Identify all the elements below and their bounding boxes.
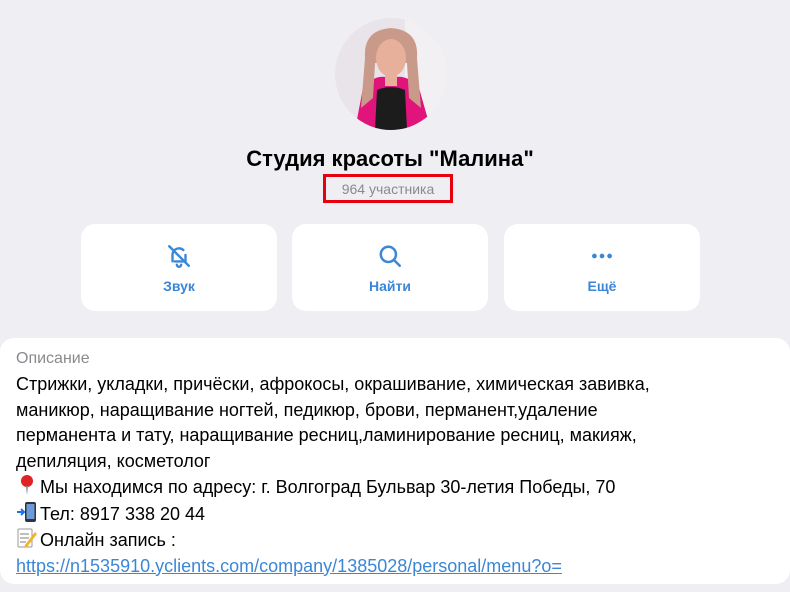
search-button[interactable]: Найти xyxy=(292,224,488,311)
phone-line: Тел: 8917 338 20 44 xyxy=(16,501,774,528)
member-count: 964 участника xyxy=(323,174,453,203)
address-line: Мы находимся по адресу: г. Волгоград Бул… xyxy=(16,474,774,501)
mute-button[interactable]: Звук xyxy=(81,224,277,311)
more-button-label: Ещё xyxy=(587,277,617,294)
more-horizontal-icon xyxy=(588,242,616,270)
description-line: перманента и тату, наращивание ресниц,ла… xyxy=(16,425,637,445)
search-icon xyxy=(376,242,404,270)
phone-incoming-icon xyxy=(16,501,38,522)
mute-button-label: Звук xyxy=(163,277,195,294)
booking-line: Онлайн запись : xyxy=(16,527,774,554)
description-text: Стрижки, укладки, причёски, афрокосы, ок… xyxy=(16,372,774,579)
description-heading: Описание xyxy=(16,350,90,367)
description-line: Стрижки, укладки, причёски, афрокосы, ок… xyxy=(16,374,650,394)
booking-link[interactable]: https://n1535910.yclients.com/company/13… xyxy=(16,556,562,576)
phone-text: Тел: 8917 338 20 44 xyxy=(40,503,206,524)
address-text: Мы находимся по адресу: г. Волгоград Бул… xyxy=(40,477,616,497)
search-button-label: Найти xyxy=(369,277,411,294)
description-line: маникюр, наращивание ногтей, педикюр, бр… xyxy=(16,399,598,420)
memo-icon xyxy=(16,527,38,548)
bell-off-icon xyxy=(165,242,193,270)
channel-title: Студия красоты "Малина" xyxy=(246,146,534,171)
member-count-label: 964 участника xyxy=(341,180,435,197)
channel-avatar[interactable] xyxy=(335,18,447,130)
description-panel: Описание Стрижки, укладки, причёски, афр… xyxy=(0,338,790,584)
pin-icon xyxy=(16,474,38,495)
description-line: депиляция, косметолог xyxy=(16,450,211,471)
more-button[interactable]: Ещё xyxy=(504,224,700,311)
booking-text: Онлайн запись : xyxy=(40,530,176,550)
